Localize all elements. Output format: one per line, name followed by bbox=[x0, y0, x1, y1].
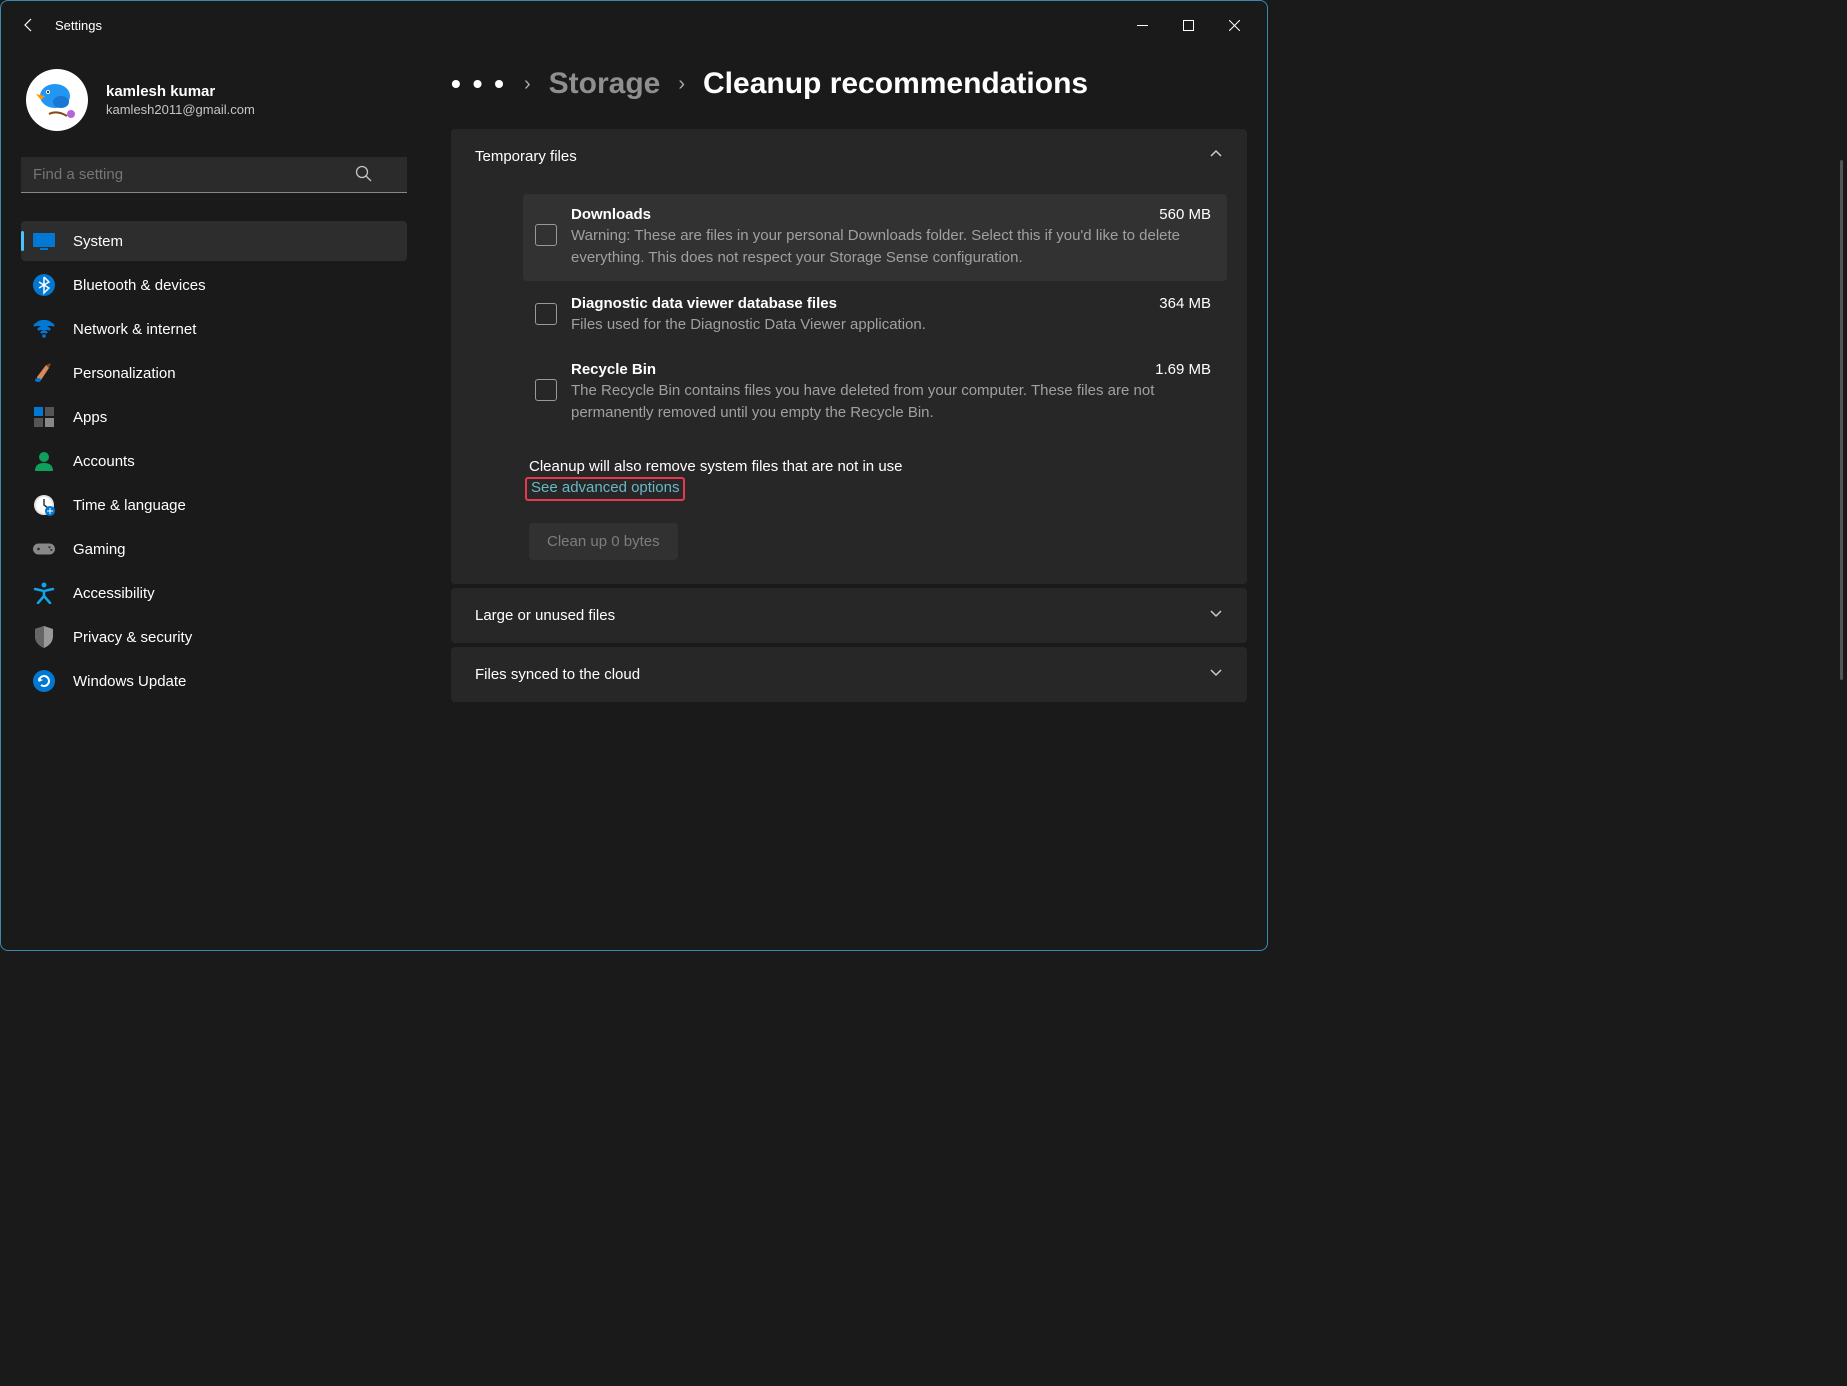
item-desc: The Recycle Bin contains files you have … bbox=[571, 380, 1211, 424]
downloads-item[interactable]: Downloads 560 MB Warning: These are file… bbox=[523, 194, 1227, 281]
nav-label: System bbox=[73, 233, 123, 250]
app-title: Settings bbox=[55, 18, 102, 33]
sidebar-item-bluetooth[interactable]: Bluetooth & devices bbox=[21, 265, 407, 305]
large-unused-panel: Large or unused files bbox=[451, 588, 1247, 643]
item-size: 364 MB bbox=[1159, 295, 1211, 312]
scrollbar[interactable] bbox=[1840, 160, 1843, 680]
sidebar-item-privacy[interactable]: Privacy & security bbox=[21, 617, 407, 657]
person-icon bbox=[33, 450, 55, 472]
panel-title: Files synced to the cloud bbox=[475, 666, 640, 683]
sidebar-item-apps[interactable]: Apps bbox=[21, 397, 407, 437]
sidebar-item-personalization[interactable]: Personalization bbox=[21, 353, 407, 393]
chevron-right-icon: › bbox=[524, 73, 531, 96]
maximize-button[interactable] bbox=[1165, 9, 1211, 41]
breadcrumb: • • • › Storage › Cleanup recommendation… bbox=[451, 67, 1247, 101]
panel-title: Large or unused files bbox=[475, 607, 615, 624]
nav-label: Privacy & security bbox=[73, 629, 192, 646]
chevron-down-icon bbox=[1209, 665, 1223, 684]
window-controls bbox=[1119, 9, 1257, 41]
chevron-right-icon: › bbox=[678, 73, 685, 96]
search-input[interactable] bbox=[21, 157, 407, 193]
sidebar-item-gaming[interactable]: Gaming bbox=[21, 529, 407, 569]
page-title: Cleanup recommendations bbox=[703, 67, 1088, 101]
downloads-checkbox[interactable] bbox=[535, 224, 557, 246]
user-name: kamlesh kumar bbox=[106, 83, 255, 100]
nav-label: Network & internet bbox=[73, 321, 196, 338]
wifi-icon bbox=[33, 318, 55, 340]
update-icon bbox=[33, 670, 55, 692]
nav-label: Time & language bbox=[73, 497, 186, 514]
diagnostic-checkbox[interactable] bbox=[535, 303, 557, 325]
temporary-files-panel: Temporary files Downloads 560 MB Warning… bbox=[451, 129, 1247, 584]
panel-title: Temporary files bbox=[475, 148, 577, 165]
recyclebin-checkbox[interactable] bbox=[535, 379, 557, 401]
large-unused-header[interactable]: Large or unused files bbox=[451, 588, 1247, 643]
profile[interactable]: kamlesh kumar kamlesh2011@gmail.com bbox=[21, 61, 401, 149]
nav-list: System Bluetooth & devices Network & int… bbox=[21, 221, 401, 701]
item-title: Downloads bbox=[571, 206, 651, 223]
sidebar-item-update[interactable]: Windows Update bbox=[21, 661, 407, 701]
system-icon bbox=[33, 230, 55, 252]
sidebar-item-accessibility[interactable]: Accessibility bbox=[21, 573, 407, 613]
shield-icon bbox=[33, 626, 55, 648]
avatar bbox=[26, 69, 88, 131]
nav-label: Gaming bbox=[73, 541, 126, 558]
clock-icon bbox=[33, 494, 55, 516]
see-advanced-options-link[interactable]: See advanced options bbox=[531, 479, 679, 496]
search-icon bbox=[355, 165, 373, 188]
chevron-up-icon bbox=[1209, 147, 1223, 166]
back-button[interactable] bbox=[11, 7, 47, 43]
breadcrumb-more-icon[interactable]: • • • bbox=[451, 68, 506, 100]
apps-icon bbox=[33, 406, 55, 428]
accessibility-icon bbox=[33, 582, 55, 604]
search-wrap bbox=[21, 157, 401, 193]
user-email: kamlesh2011@gmail.com bbox=[106, 102, 255, 117]
nav-label: Bluetooth & devices bbox=[73, 277, 206, 294]
recyclebin-item[interactable]: Recycle Bin 1.69 MB The Recycle Bin cont… bbox=[523, 349, 1227, 436]
close-button[interactable] bbox=[1211, 9, 1257, 41]
nav-label: Accounts bbox=[73, 453, 135, 470]
sidebar: kamlesh kumar kamlesh2011@gmail.com Syst… bbox=[1, 49, 411, 950]
cloud-synced-panel: Files synced to the cloud bbox=[451, 647, 1247, 702]
nav-label: Windows Update bbox=[73, 673, 186, 690]
paintbrush-icon bbox=[33, 362, 55, 384]
sidebar-item-network[interactable]: Network & internet bbox=[21, 309, 407, 349]
temporary-files-header[interactable]: Temporary files bbox=[451, 129, 1247, 184]
titlebar: Settings bbox=[1, 1, 1267, 49]
chevron-down-icon bbox=[1209, 606, 1223, 625]
cleanup-button[interactable]: Clean up 0 bytes bbox=[529, 523, 678, 560]
highlight-box: See advanced options bbox=[525, 477, 685, 501]
content-area: • • • › Storage › Cleanup recommendation… bbox=[411, 49, 1267, 950]
bluetooth-icon bbox=[33, 274, 55, 296]
item-desc: Files used for the Diagnostic Data Viewe… bbox=[571, 314, 1211, 336]
nav-label: Accessibility bbox=[73, 585, 155, 602]
nav-label: Apps bbox=[73, 409, 107, 426]
cloud-synced-header[interactable]: Files synced to the cloud bbox=[451, 647, 1247, 702]
minimize-button[interactable] bbox=[1119, 9, 1165, 41]
sidebar-item-accounts[interactable]: Accounts bbox=[21, 441, 407, 481]
item-desc: Warning: These are files in your persona… bbox=[571, 225, 1211, 269]
diagnostic-item[interactable]: Diagnostic data viewer database files 36… bbox=[523, 283, 1227, 348]
breadcrumb-storage[interactable]: Storage bbox=[549, 67, 661, 101]
sidebar-item-time[interactable]: Time & language bbox=[21, 485, 407, 525]
gamepad-icon bbox=[33, 538, 55, 560]
item-title: Diagnostic data viewer database files bbox=[571, 295, 837, 312]
sidebar-item-system[interactable]: System bbox=[21, 221, 407, 261]
item-size: 560 MB bbox=[1159, 206, 1211, 223]
item-title: Recycle Bin bbox=[571, 361, 656, 378]
nav-label: Personalization bbox=[73, 365, 176, 382]
cleanup-note: Cleanup will also remove system files th… bbox=[529, 458, 1227, 475]
item-size: 1.69 MB bbox=[1155, 361, 1211, 378]
